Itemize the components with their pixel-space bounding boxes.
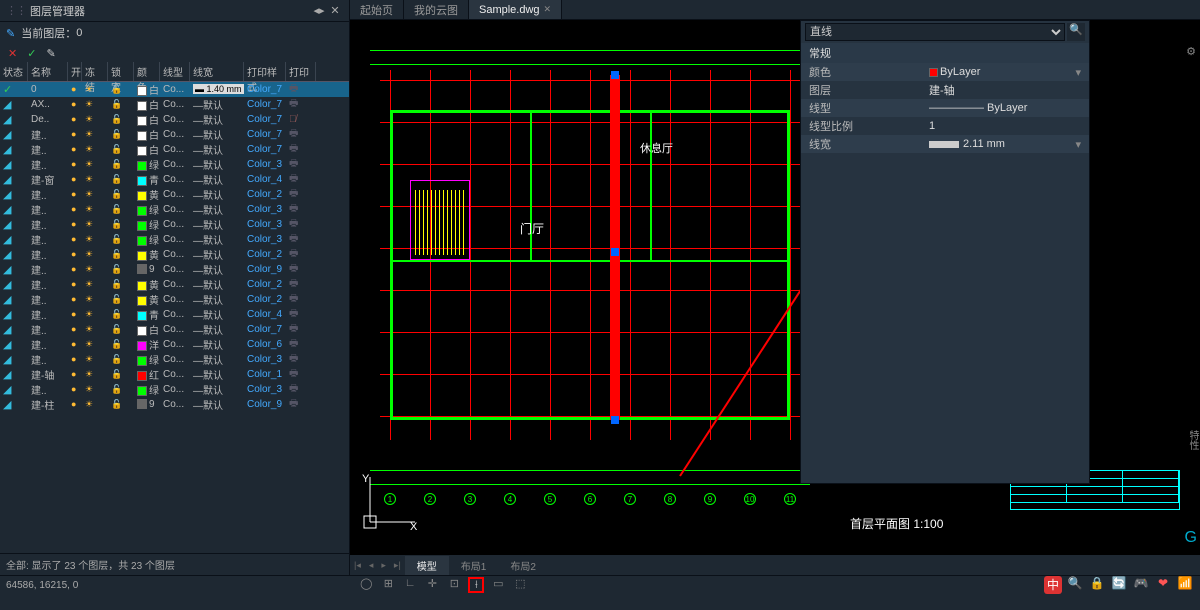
panel-title: 图层管理器 [30, 3, 85, 19]
file-tab[interactable]: 起始页 [350, 0, 404, 19]
layer-row[interactable]: ◢建..●☀🔓黄Co...—默认Color_2🖶 [0, 292, 349, 307]
ime-icon[interactable]: 中 [1044, 576, 1062, 594]
layer-row[interactable]: ◢建..●☀🔓绿Co...—默认Color_3🖶 [0, 352, 349, 367]
drawing-title: 首层平面图 1:100 [850, 515, 943, 532]
layer-row[interactable]: ◢De..●☀🔓白Co...—默认Color_7🖶̸ [0, 112, 349, 127]
tab-prev-icon[interactable]: ◂ [365, 560, 378, 571]
snap-mode-icon[interactable]: ◯ [358, 577, 374, 593]
drawing-area[interactable]: 起始页我的云图Sample.dwg ✕ 门厅休息厅1234567891011 首… [350, 0, 1200, 575]
grid-icon[interactable]: ⊞ [380, 577, 396, 593]
osnap-icon[interactable]: ⊡ [446, 577, 462, 593]
tray-icon[interactable]: 📶 [1176, 576, 1194, 594]
selected-line[interactable] [610, 75, 620, 420]
layer-row[interactable]: ◢建-轴●☀🔓红Co...—默认Color_1🖶 [0, 367, 349, 382]
layer-row[interactable]: ◢建..●☀🔓白Co...—默认Color_7🖶 [0, 322, 349, 337]
file-tabs: 起始页我的云图Sample.dwg ✕ [350, 0, 1200, 20]
tray-icon[interactable]: 🎮 [1132, 576, 1150, 594]
layer-row[interactable]: ◢建-柱●☀🔓9Co...—默认Color_9🖶 [0, 397, 349, 412]
layer-row[interactable]: ◢建..●☀🔓绿Co...—默认Color_3🖶 [0, 202, 349, 217]
dock-left-icon[interactable]: ◂▸ [311, 4, 327, 17]
property-row[interactable]: 线型————— ByLayer [801, 99, 1089, 117]
tab-first-icon[interactable]: |◂ [350, 560, 365, 571]
model-tab[interactable]: 模型 [405, 556, 449, 575]
coordinates: 64586, 16215, 0 [6, 580, 78, 591]
layer-row[interactable]: ◢建..●☀🔓黄Co...—默认Color_2🖶 [0, 277, 349, 292]
section-header[interactable]: 常规 [801, 43, 1089, 63]
quick-select-icon[interactable]: 🔍 [1067, 23, 1085, 41]
svg-text:X: X [410, 521, 418, 532]
layer-row[interactable]: ✓0●☀🔓白Co...▬ 1.40 mmColor_7🖶 [0, 82, 349, 97]
file-tab[interactable]: Sample.dwg ✕ [469, 0, 562, 19]
property-row[interactable]: 线宽2.11 mm▾ [801, 135, 1089, 153]
lineweight-toggle-icon[interactable]: ⟊ [468, 577, 484, 593]
tray-icon[interactable]: 🔍 [1066, 576, 1084, 594]
set-current-icon[interactable]: ✓ [27, 47, 36, 60]
ortho-icon[interactable]: ∟ [402, 577, 418, 593]
layout-tab[interactable]: 布局2 [498, 556, 548, 575]
layer-row[interactable]: ◢AX..●☀🔓白Co...—默认Color_7🖶 [0, 97, 349, 112]
current-layer-label: 当前图层： [21, 25, 76, 41]
tray-icon[interactable]: 🔄 [1110, 576, 1128, 594]
brand-logo-icon: G [1185, 529, 1197, 547]
current-layer-name: 0 [76, 27, 82, 39]
drag-handle-icon[interactable]: ⋮⋮ [6, 4, 26, 17]
tray-icon[interactable]: ❤ [1154, 576, 1172, 594]
property-row[interactable]: 线型比例1 [801, 117, 1089, 135]
grip-handle[interactable] [611, 248, 619, 256]
layer-row[interactable]: ◢建..●☀🔓黄Co...—默认Color_2🖶 [0, 187, 349, 202]
tray-icon[interactable]: 🔒 [1088, 576, 1106, 594]
layer-row[interactable]: ◢建..●☀🔓洋..Co...—默认Color_6🖶 [0, 337, 349, 352]
dyn-input-icon[interactable]: ▭ [490, 577, 506, 593]
layout-tabs: |◂ ◂ ▸ ▸| 模型 布局1 布局2 [350, 555, 1200, 575]
settings-gear-icon[interactable]: ⚙ [1182, 45, 1200, 63]
properties-panel: 直线 🔍 常规 颜色 ByLayer▾图层建-轴线型————— ByLayer线… [800, 20, 1090, 484]
layer-status: 全部: 显示了 23 个图层，共 23 个图层 [0, 553, 349, 575]
layout-tab[interactable]: 布局1 [449, 556, 499, 575]
ucs-icon: YX [360, 472, 420, 535]
layer-row[interactable]: ◢建..●☀🔓9Co...—默认Color_9🖶 [0, 262, 349, 277]
layer-manager-panel: ⋮⋮ 图层管理器 ◂▸ ✕ ✎ 当前图层： 0 ✕ ✓ ✎ 状态 名称 开 冻结… [0, 0, 350, 575]
property-row[interactable]: 图层建-轴 [801, 81, 1089, 99]
layer-row[interactable]: ◢建..●☀🔓青Co...—默认Color_4🖶 [0, 307, 349, 322]
tab-next-icon[interactable]: ▸ [377, 560, 390, 571]
layer-row[interactable]: ◢建..●☀🔓绿Co...—默认Color_3🖶 [0, 232, 349, 247]
properties-tab-label[interactable]: 特性 [1184, 430, 1200, 450]
svg-text:Y: Y [362, 473, 370, 485]
status-bar: 64586, 16215, 0 ◯ ⊞ ∟ ✛ ⊡ ⟊ ▭ ⬚ 中 🔍 🔒 🔄 … [0, 575, 1200, 610]
file-tab[interactable]: 我的云图 [404, 0, 469, 19]
layer-table: 状态 名称 开 冻结 锁定 颜色 线型 线宽 打印样式 打印 ✓0●☀🔓白Co.… [0, 62, 349, 553]
tab-last-icon[interactable]: ▸| [390, 560, 405, 571]
layer-row[interactable]: ◢建-窗●☀🔓青Co...—默认Color_4🖶 [0, 172, 349, 187]
close-panel-icon[interactable]: ✕ [327, 4, 343, 17]
current-layer-icon: ✎ [6, 27, 15, 40]
layer-row[interactable]: ◢建..●☀🔓黄Co...—默认Color_2🖶 [0, 247, 349, 262]
object-type-select[interactable]: 直线 [805, 23, 1065, 41]
layer-row[interactable]: ◢建..●☀🔓白Co...—默认Color_7🖶 [0, 127, 349, 142]
grip-handle[interactable] [611, 71, 619, 79]
grip-handle[interactable] [611, 416, 619, 424]
layer-row[interactable]: ◢建..●☀🔓绿Co...—默认Color_3🖶 [0, 217, 349, 232]
selection-cycling-icon[interactable]: ⬚ [512, 577, 528, 593]
property-row[interactable]: 颜色 ByLayer▾ [801, 63, 1089, 81]
polar-icon[interactable]: ✛ [424, 577, 440, 593]
delete-layer-icon[interactable]: ✕ [8, 47, 17, 60]
layer-row[interactable]: ◢建..●☀🔓绿Co...—默认Color_3🖶 [0, 157, 349, 172]
layer-row[interactable]: ◢建..●☀🔓白Co...—默认Color_7🖶 [0, 142, 349, 157]
close-tab-icon[interactable]: ✕ [544, 4, 552, 15]
layer-table-header: 状态 名称 开 冻结 锁定 颜色 线型 线宽 打印样式 打印 [0, 62, 349, 82]
layer-row[interactable]: ◢建..●☀🔓绿Co...—默认Color_3🖶 [0, 382, 349, 397]
layer-filter-icon[interactable]: ✎ [46, 47, 55, 60]
